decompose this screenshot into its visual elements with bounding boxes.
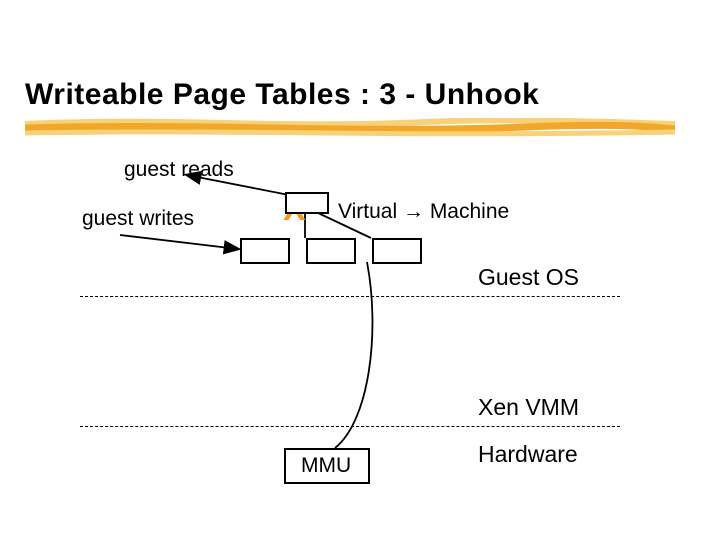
page-table-box-mid [306,238,356,264]
guest-writes-label: guest writes [82,207,194,230]
hardware-label: Hardware [478,442,578,467]
page-table-box-left [240,238,290,264]
divider-xen-hardware [80,426,620,427]
slide-title: Writeable Page Tables : 3 - Unhook [25,78,539,112]
guest-reads-label: guest reads [124,158,234,181]
guest-os-label: Guest OS [478,265,579,290]
page-table-box-right [372,238,422,264]
title-underline [25,118,675,138]
xen-vmm-label: Xen VMM [478,395,579,420]
mmu-label: MMU [301,454,351,478]
page-table-root-box [285,192,329,214]
divider-guestos-xen [80,296,620,297]
virtual-machine-label: Virtual → Machine [338,200,509,223]
